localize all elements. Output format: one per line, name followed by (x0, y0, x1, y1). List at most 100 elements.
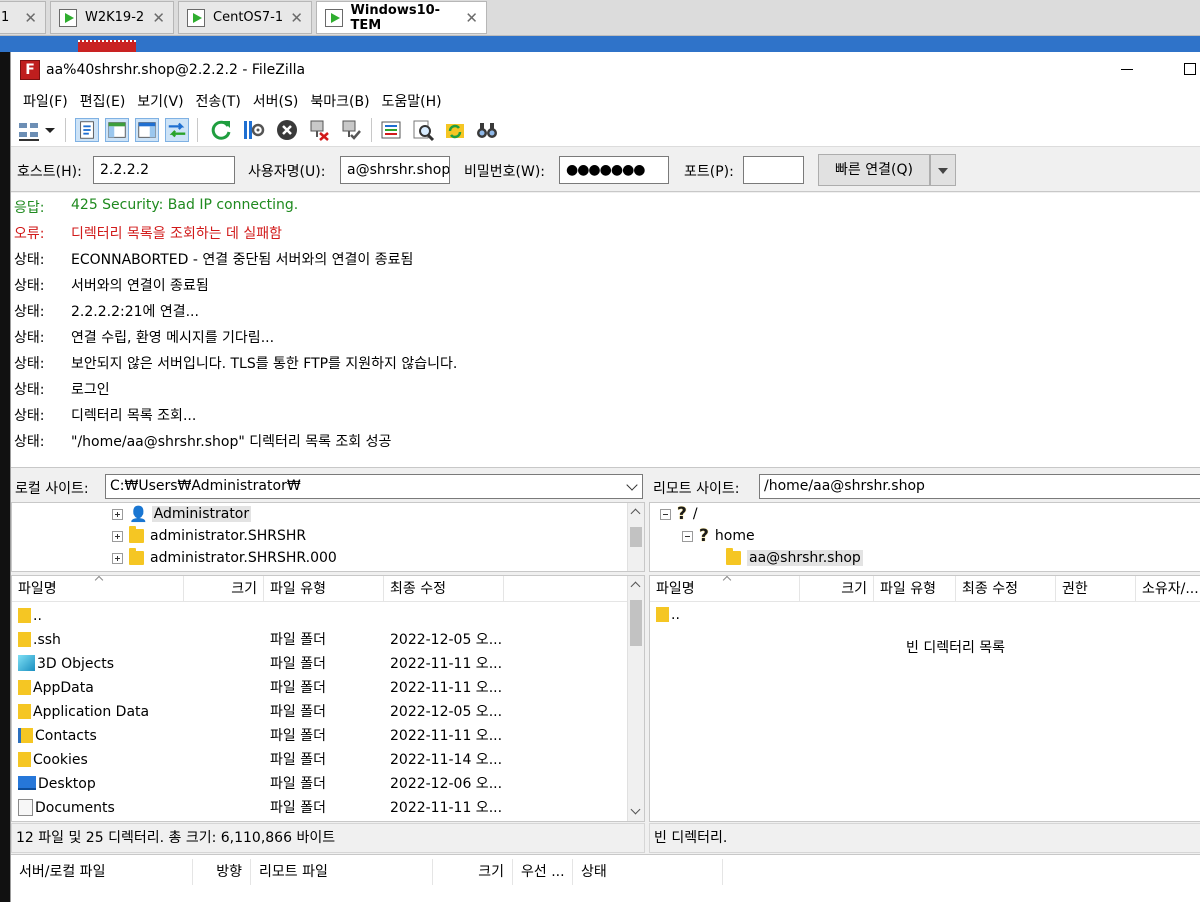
list-item[interactable]: .. (12, 604, 628, 628)
username-input[interactable]: a@shrshr.shop (340, 156, 450, 184)
cancel-icon[interactable] (275, 118, 299, 142)
toggle-remote-tree-icon[interactable] (135, 118, 159, 142)
contacts-icon (18, 727, 33, 743)
toggle-local-tree-icon[interactable] (105, 118, 129, 142)
local-site-bar: 로컬 사이트: C:₩Users₩Administrator₩ (11, 473, 645, 501)
queue-column-status[interactable]: 상태 (573, 859, 723, 885)
menu-file[interactable]: 파일(F) (17, 91, 74, 111)
column-filename[interactable]: 파일명 (650, 576, 800, 602)
compare-icon[interactable] (475, 118, 499, 142)
menu-server[interactable]: 서버(S) (247, 91, 305, 111)
dropdown-arrow-icon[interactable] (43, 118, 57, 142)
queue-column-direction[interactable]: 방향 (193, 859, 251, 885)
column-modified[interactable]: 최종 수정 (384, 576, 504, 602)
menu-help[interactable]: 도움말(H) (376, 91, 448, 111)
file-type: 파일 폴더 (270, 656, 326, 672)
quickconnect-button[interactable]: 빠른 연결(Q) (818, 154, 930, 186)
local-tree-scrollbar[interactable] (627, 503, 644, 571)
password-label: 비밀번호(W): (464, 164, 546, 180)
sync-browse-icon[interactable] (443, 118, 467, 142)
queue-column-remote-file[interactable]: 리모트 파일 (251, 859, 433, 885)
vm-tab-1[interactable]: 1 ✕ (0, 1, 46, 34)
disconnect-icon[interactable] (307, 118, 331, 142)
scroll-down-icon[interactable] (630, 804, 641, 815)
minimize-icon[interactable] (1121, 69, 1133, 70)
maximize-icon[interactable] (1184, 63, 1196, 75)
process-queue-icon[interactable] (241, 118, 265, 142)
vm-tab-centos7-1[interactable]: CentOS7-1 ✕ (178, 1, 312, 34)
list-item[interactable]: Documents 파일 폴더 2022-11-11 오... (12, 796, 628, 820)
site-manager-icon[interactable] (17, 118, 41, 142)
menu-view[interactable]: 보기(V) (131, 91, 189, 111)
scroll-thumb[interactable] (630, 600, 642, 646)
list-item[interactable]: .. (650, 603, 1184, 627)
close-icon[interactable]: ✕ (465, 9, 478, 27)
expand-icon[interactable] (112, 552, 123, 564)
tree-item[interactable]: ? / (660, 503, 698, 525)
scroll-up-icon[interactable] (630, 581, 641, 592)
scroll-thumb[interactable] (630, 527, 642, 547)
host-input[interactable]: 2.2.2.2 (93, 156, 235, 184)
collapse-icon[interactable] (682, 530, 693, 542)
remote-path-input[interactable]: /home/aa@shrshr.shop (759, 474, 1200, 499)
log-row: 상태: 서버와의 연결이 종료됨 (14, 278, 209, 294)
port-input[interactable] (743, 156, 804, 184)
column-modified[interactable]: 최종 수정 (956, 576, 1056, 602)
password-input[interactable]: ●●●●●●● (559, 156, 669, 184)
list-item[interactable]: 3D Objects 파일 폴더 2022-11-11 오... (12, 652, 628, 676)
column-owner[interactable]: 소유자/... (1136, 576, 1200, 602)
tree-item[interactable]: ? home (682, 525, 755, 547)
menu-transfer[interactable]: 전송(T) (190, 91, 247, 111)
chevron-down-icon[interactable] (626, 479, 638, 491)
vm-tab-w2k19-2[interactable]: W2K19-2 ✕ (50, 1, 174, 34)
menu-bookmarks[interactable]: 북마크(B) (304, 91, 375, 111)
expand-icon[interactable] (112, 508, 123, 520)
file-type: 파일 폴더 (270, 752, 326, 768)
sort-ascending-icon (94, 576, 104, 585)
tree-item[interactable]: aa@shrshr.shop (726, 547, 863, 569)
list-item[interactable]: .ssh 파일 폴더 2022-12-05 오... (12, 628, 628, 652)
close-icon[interactable]: ✕ (152, 9, 165, 27)
close-icon[interactable]: ✕ (24, 9, 37, 27)
log-row: 상태: 보안되지 않은 서버입니다. TLS를 통한 FTP를 지원하지 않습니다… (14, 356, 458, 372)
file-type: 파일 폴더 (270, 728, 326, 744)
close-icon[interactable]: ✕ (290, 9, 303, 27)
unknown-folder-icon: ? (677, 504, 687, 524)
refresh-icon[interactable] (209, 118, 233, 142)
menu-edit[interactable]: 편집(E) (74, 91, 132, 111)
column-size[interactable]: 크기 (800, 576, 874, 602)
queue-column-priority[interactable]: 우선 ... (513, 859, 573, 885)
chevron-down-icon[interactable] (930, 154, 956, 186)
list-item[interactable]: Cookies 파일 폴더 2022-11-14 오... (12, 748, 628, 772)
expand-icon[interactable] (112, 530, 123, 542)
list-item[interactable]: Desktop 파일 폴더 2022-12-06 오... (12, 772, 628, 796)
column-permissions[interactable]: 권한 (1056, 576, 1136, 602)
queue-column-size[interactable]: 크기 (433, 859, 513, 885)
search-icon[interactable] (411, 118, 435, 142)
column-size[interactable]: 크기 (184, 576, 264, 602)
directory-filter-icon[interactable] (379, 118, 403, 142)
tree-item[interactable]: 👤 Administrator (112, 503, 252, 525)
title-bar[interactable]: F aa%40shrshr.shop@2.2.2.2 - FileZilla (11, 52, 1200, 88)
file-modified: 2022-11-11 오... (390, 656, 503, 672)
local-path-input[interactable]: C:₩Users₩Administrator₩ (105, 474, 643, 499)
column-type[interactable]: 파일 유형 (264, 576, 384, 602)
queue-column-local-file[interactable]: 서버/로컬 파일 (11, 859, 193, 885)
toggle-message-log-icon[interactable] (75, 118, 99, 142)
remote-directory-tree: ? / ? home aa@shrshr.shop (649, 502, 1200, 572)
column-filename[interactable]: 파일명 (12, 576, 184, 602)
desktop-icon (18, 776, 36, 790)
list-item[interactable]: Contacts 파일 폴더 2022-11-11 오... (12, 724, 628, 748)
list-item[interactable]: Application Data 파일 폴더 2022-12-05 오... (12, 700, 628, 724)
reconnect-icon[interactable] (339, 118, 363, 142)
tree-item[interactable]: administrator.SHRSHR (112, 525, 306, 547)
list-item[interactable]: AppData 파일 폴더 2022-11-11 오... (12, 676, 628, 700)
collapse-icon[interactable] (660, 508, 671, 520)
column-type[interactable]: 파일 유형 (874, 576, 956, 602)
toggle-transfer-queue-icon[interactable] (165, 118, 189, 142)
local-list-scrollbar[interactable] (627, 576, 644, 821)
host-label: 호스트(H): (17, 164, 82, 180)
scroll-up-icon[interactable] (630, 508, 641, 519)
vm-tab-windows10-tem[interactable]: Windows10-TEM ✕ (316, 1, 487, 34)
tree-item[interactable]: administrator.SHRSHR.000 (112, 547, 337, 569)
